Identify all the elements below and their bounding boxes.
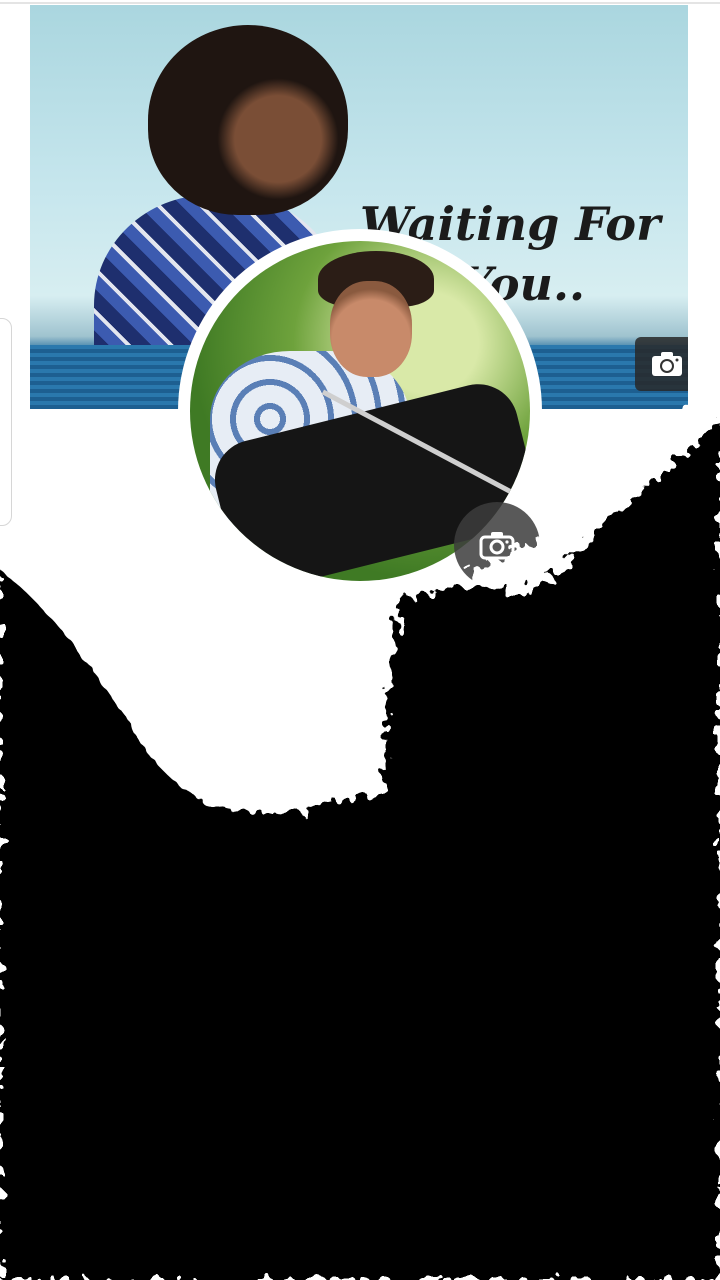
secondary-action-button[interactable] bbox=[132, 1108, 342, 1172]
primary-action-button[interactable] bbox=[368, 1108, 658, 1172]
edit-cover-button[interactable] bbox=[635, 337, 688, 391]
profile-bio-line2: a rome bbox=[316, 741, 404, 772]
add-to-story-button[interactable] bbox=[30, 818, 576, 884]
info-icon bbox=[66, 988, 116, 1038]
edit-profile-picture-button[interactable] bbox=[454, 502, 540, 588]
top-divider bbox=[0, 2, 720, 4]
profile-bio-line1: m a student.i read in bbox=[233, 703, 487, 734]
camera-icon bbox=[652, 352, 682, 376]
camera-icon bbox=[479, 532, 515, 560]
cover-figure-head bbox=[148, 25, 348, 215]
profile-name: Trinath P bbox=[247, 623, 473, 686]
avatar-face bbox=[330, 281, 412, 377]
profile-bio: m a student.i read in a rome bbox=[40, 700, 680, 776]
profile-info-row bbox=[60, 958, 660, 1068]
edge-panel-handle[interactable] bbox=[0, 318, 12, 526]
